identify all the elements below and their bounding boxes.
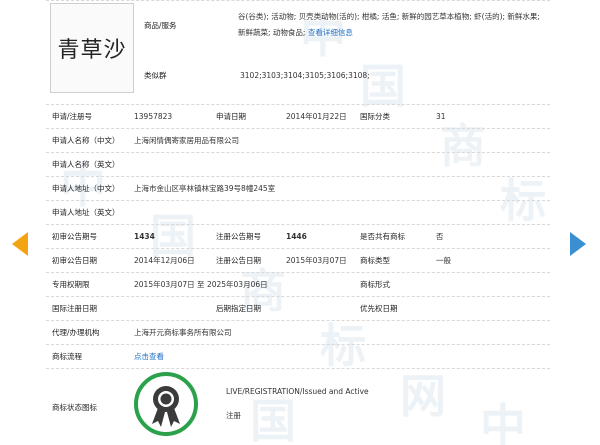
prelim-no-value: 1434 <box>134 232 155 241</box>
info-row: 代理/办理机构 上海开元商标事务所有限公司 <box>46 321 550 345</box>
applicant-cn-value: 上海闲情偶寄家居用品有限公司 <box>134 136 239 145</box>
goods-services-text: 谷(谷类); 活动物; 贝壳类动物(活的); 柑橘; 活鱼; 新鲜的园艺草本植物… <box>238 9 546 41</box>
info-row: 申请/注册号 13957823 申请日期 2014年01月22日 国际分类 31 <box>46 105 550 129</box>
applicant-en-label: 申请人名称（英文） <box>52 160 120 169</box>
intl-reg-date-label: 国际注册日期 <box>52 304 97 313</box>
reg-no-value: 13957823 <box>134 112 173 121</box>
info-row: 申请人名称（中文） 上海闲情偶寄家居用品有限公司 <box>46 129 550 153</box>
info-row: 国际注册日期 后期指定日期 优先权日期 <box>46 297 550 321</box>
prelim-date-label: 初审公告日期 <box>52 256 97 265</box>
registered-ribbon-badge-icon <box>134 372 198 436</box>
agent-label: 代理/办理机构 <box>52 328 100 337</box>
info-row: 商标流程 点击查看 <box>46 345 550 369</box>
reg-pub-date-label: 注册公告日期 <box>216 256 261 265</box>
form-label: 商标形式 <box>360 280 390 289</box>
status-label: 商标状态图标 <box>52 403 97 412</box>
trademark-logo-text: 青草沙 <box>57 38 127 63</box>
applicant-cn-label: 申请人名称（中文） <box>52 136 120 145</box>
app-date-value: 2014年01月22日 <box>286 112 347 121</box>
info-row: 申请人地址（中文） 上海市金山区亭林镇林宝路39号8幢245室 <box>46 177 550 201</box>
priority-label: 优先权日期 <box>360 304 398 313</box>
reg-pub-no-value: 1446 <box>286 232 307 241</box>
info-row: 申请人名称（英文） <box>46 153 550 177</box>
trademark-info-table: 青草沙 商品/服务 谷(谷类); 活动物; 贝壳类动物(活的); 柑橘; 活鱼;… <box>46 0 550 420</box>
exclusive-value: 2015年03月07日 至 2025年03月06日 <box>134 280 268 289</box>
prev-arrow-icon[interactable] <box>12 232 28 256</box>
exclusive-label: 专用权期限 <box>52 280 90 289</box>
reg-no-label: 申请/注册号 <box>52 112 93 121</box>
type-value: 一般 <box>436 256 451 265</box>
next-arrow-icon[interactable] <box>570 232 586 256</box>
status-cn-value: 注册 <box>226 410 241 420</box>
info-row: 专用权期限 2015年03月07日 至 2025年03月06日 商标形式 <box>46 273 550 297</box>
similar-group-value: 3102;3103;3104;3105;3106;3108; <box>240 70 370 80</box>
goods-label: 商品/服务 <box>144 20 177 30</box>
process-label: 商标流程 <box>52 352 82 361</box>
later-date-label: 后期指定日期 <box>216 304 261 313</box>
info-row-goods: 青草沙 商品/服务 谷(谷类); 活动物; 贝壳类动物(活的); 柑橘; 活鱼;… <box>46 1 550 105</box>
info-row: 初审公告日期 2014年12月06日 注册公告日期 2015年03月07日 商标… <box>46 249 550 273</box>
shared-value: 否 <box>436 232 444 241</box>
prelim-date-value: 2014年12月06日 <box>134 256 195 265</box>
agent-value: 上海开元商标事务所有限公司 <box>134 328 232 337</box>
view-details-link[interactable]: 查看详细信息 <box>308 28 353 37</box>
address-cn-value: 上海市金山区亭林镇林宝路39号8幢245室 <box>134 184 276 193</box>
reg-pub-no-label: 注册公告期号 <box>216 232 261 241</box>
type-label: 商标类型 <box>360 256 390 265</box>
address-en-label: 申请人地址（英文） <box>52 208 120 217</box>
app-date-label: 申请日期 <box>216 112 246 121</box>
info-row: 初审公告期号 1434 注册公告期号 1446 是否共有商标 否 <box>46 225 550 249</box>
prelim-no-label: 初审公告期号 <box>52 232 97 241</box>
similar-group-label: 类似群 <box>144 70 167 80</box>
status-en-value: LIVE/REGISTRATION/Issued and Active <box>226 386 369 396</box>
info-row-status: 商标状态图标 LIVE/REGISTRATION/Issued and Acti… <box>46 369 550 445</box>
intl-class-label: 国际分类 <box>360 112 390 121</box>
trademark-detail-page: 中 国 商 标 中 国 商 标 网 中 国 青草沙 商品/服务 谷(谷类); 活… <box>0 0 600 445</box>
intl-class-value: 31 <box>436 112 446 121</box>
address-cn-label: 申请人地址（中文） <box>52 184 120 193</box>
info-row: 申请人地址（英文） <box>46 201 550 225</box>
goods-list: 谷(谷类); 活动物; 贝壳类动物(活的); 柑橘; 活鱼; 新鲜的园艺草本植物… <box>238 12 540 37</box>
shared-label: 是否共有商标 <box>360 232 405 241</box>
trademark-logo-image: 青草沙 <box>50 3 134 93</box>
reg-pub-date-value: 2015年03月07日 <box>286 256 347 265</box>
process-view-link[interactable]: 点击查看 <box>134 345 164 368</box>
